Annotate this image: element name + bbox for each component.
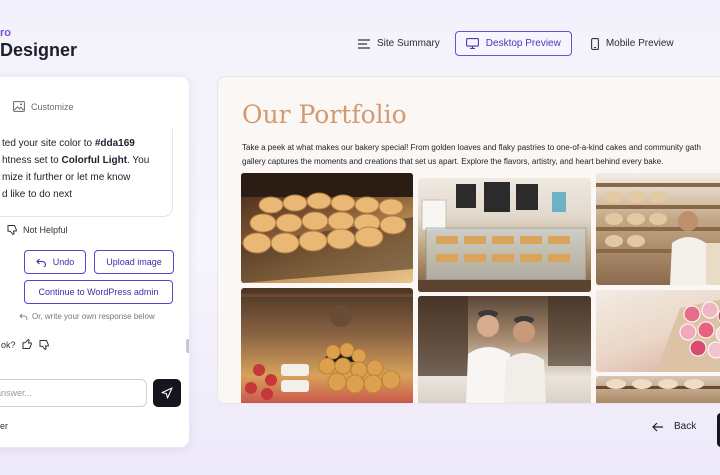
upload-image-label: Upload image (106, 257, 162, 267)
back-button[interactable]: Back (652, 421, 696, 432)
color-value: #dda169 (94, 138, 135, 149)
message-line-4: d like to do next (2, 189, 73, 200)
gallery-photo-bread (241, 173, 413, 283)
scrollbar-thumb[interactable] (186, 339, 189, 353)
top-navigation: Site Summary Desktop Preview Mobile Prev… (347, 31, 685, 56)
not-helpful-button[interactable]: Not Helpful (7, 224, 68, 235)
site-summary-label: Site Summary (377, 38, 440, 49)
preview-heading: Our Portfolio (242, 100, 407, 129)
desktop-preview-button[interactable]: Desktop Preview (454, 31, 572, 56)
message-line-3: mize it further or let me know (2, 172, 131, 183)
undo-label: Undo (52, 257, 75, 267)
upload-image-button[interactable]: Upload image (94, 250, 174, 274)
gallery-photo-two-bakers (418, 296, 591, 403)
action-row: Undo Upload image (24, 250, 174, 274)
app-title: Designer (0, 40, 78, 60)
gallery-photo-shelves-bottom (596, 376, 720, 403)
thumbs-down-icon (7, 225, 17, 235)
helpful-question-label: ok? (1, 339, 16, 350)
panel-footer-text: er (0, 421, 9, 431)
mobile-preview-label: Mobile Preview (605, 38, 674, 49)
send-button[interactable] (153, 379, 181, 407)
desktop-preview-label: Desktop Preview (485, 38, 561, 49)
gallery-photo-display-case (418, 178, 591, 292)
answer-input[interactable]: answer... (0, 379, 147, 407)
message-line-2: htness set to Colorful Light. You (2, 155, 150, 166)
not-helpful-label: Not Helpful (23, 224, 68, 235)
write-own-label: Or, write your own response below (32, 312, 155, 321)
message-line-1: ted your site color to #dda169 (2, 138, 135, 149)
list-icon (358, 38, 370, 49)
assistant-panel: Customize ted your site color to #dda169… (0, 76, 190, 448)
brand-subtitle: ro (0, 27, 11, 39)
desktop-preview-frame: Our Portfolio Take a peek at what makes … (217, 76, 720, 404)
continue-wordpress-button[interactable]: Continue to WordPress admin (24, 280, 173, 304)
gallery-photo-cakes (596, 290, 720, 372)
gallery-photo-pastry-counter (241, 288, 413, 403)
write-own-hint: Or, write your own response below (19, 312, 155, 321)
undo-icon (35, 258, 46, 267)
tab-customize[interactable]: Customize (13, 101, 74, 112)
arrow-left-icon (652, 422, 663, 431)
palette-name: Colorful Light (61, 155, 128, 166)
continue-wordpress-label: Continue to WordPress admin (38, 287, 159, 297)
monitor-icon (465, 38, 479, 49)
preview-description: Take a peek at what makes our bakery spe… (242, 143, 701, 166)
phone-icon (590, 37, 599, 50)
mobile-preview-button[interactable]: Mobile Preview (580, 31, 685, 56)
thumbs-up-icon[interactable] (22, 339, 33, 350)
back-label: Back (674, 421, 697, 432)
tab-customize-label: Customize (31, 101, 74, 112)
reply-icon (19, 313, 28, 320)
image-icon (13, 101, 25, 112)
answer-placeholder: answer... (0, 388, 33, 398)
gallery-photo-baker-shelves (596, 173, 720, 285)
send-icon (161, 387, 173, 399)
assistant-message: ted your site color to #dda169 htness se… (0, 129, 173, 217)
site-summary-button[interactable]: Site Summary (347, 31, 451, 56)
helpful-question: ok? (1, 339, 50, 350)
thumbs-down-icon[interactable] (39, 339, 50, 350)
undo-button[interactable]: Undo (24, 250, 86, 274)
